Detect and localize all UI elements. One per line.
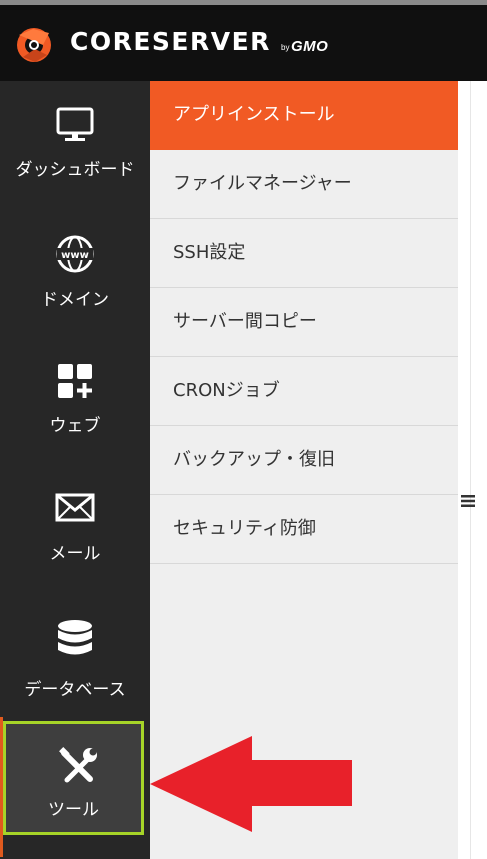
envelope-icon	[55, 493, 95, 522]
grid-plus-icon	[58, 364, 92, 398]
red-arrow-annotation	[150, 736, 352, 832]
monitor-icon	[56, 107, 94, 141]
www-globe-icon: www	[56, 235, 94, 273]
brand-by: by	[281, 43, 290, 52]
sidebar-item-domain[interactable]: www ドメイン	[0, 209, 150, 335]
submenu-item-file-manager[interactable]: ファイルマネージャー	[150, 150, 458, 219]
brand-gmo: GMO	[291, 38, 329, 55]
sidebar-item-database[interactable]: データベース	[0, 591, 150, 717]
submenu-item-security[interactable]: セキュリティ防御	[150, 495, 458, 564]
active-indicator	[0, 717, 3, 857]
sidebar-item-label: ツール	[48, 800, 99, 820]
submenu-item-cron-jobs[interactable]: CRONジョブ	[150, 357, 458, 426]
submenu-item-ssh-settings[interactable]: SSH設定	[150, 219, 458, 288]
sidebar-item-web[interactable]: ウェブ	[0, 335, 150, 461]
app-header: CORESERVER by GMO	[0, 5, 487, 81]
submenu-item-app-install[interactable]: アプリインストール	[150, 81, 458, 150]
sidebar-item-tools[interactable]: ツール	[3, 721, 144, 835]
brand-name: CORESERVER	[70, 27, 271, 56]
submenu-item-backup-restore[interactable]: バックアップ・復旧	[150, 426, 458, 495]
pane-divider	[470, 81, 471, 859]
sidebar-item-mail[interactable]: メール	[0, 463, 150, 589]
sidebar-item-label: ダッシュボード	[15, 160, 135, 180]
tools-icon	[59, 747, 97, 783]
content-pane	[458, 81, 487, 859]
sidebar-item-label: メール	[49, 544, 101, 564]
sidebar-item-label: データベース	[24, 680, 126, 700]
sidebar-item-label: ドメイン	[41, 290, 109, 310]
sidebar-item-label: ウェブ	[49, 416, 101, 436]
svg-text:www: www	[61, 250, 89, 261]
sidebar-item-dashboard[interactable]: ダッシュボード	[0, 81, 150, 207]
coreserver-logo-icon[interactable]	[13, 25, 57, 65]
submenu-item-server-copy[interactable]: サーバー間コピー	[150, 288, 458, 357]
hamburger-icon[interactable]	[461, 495, 475, 507]
main-sidebar: ダッシュボード www ドメイン ウェブ メール データベース ツール	[0, 81, 150, 859]
database-icon	[58, 620, 92, 655]
